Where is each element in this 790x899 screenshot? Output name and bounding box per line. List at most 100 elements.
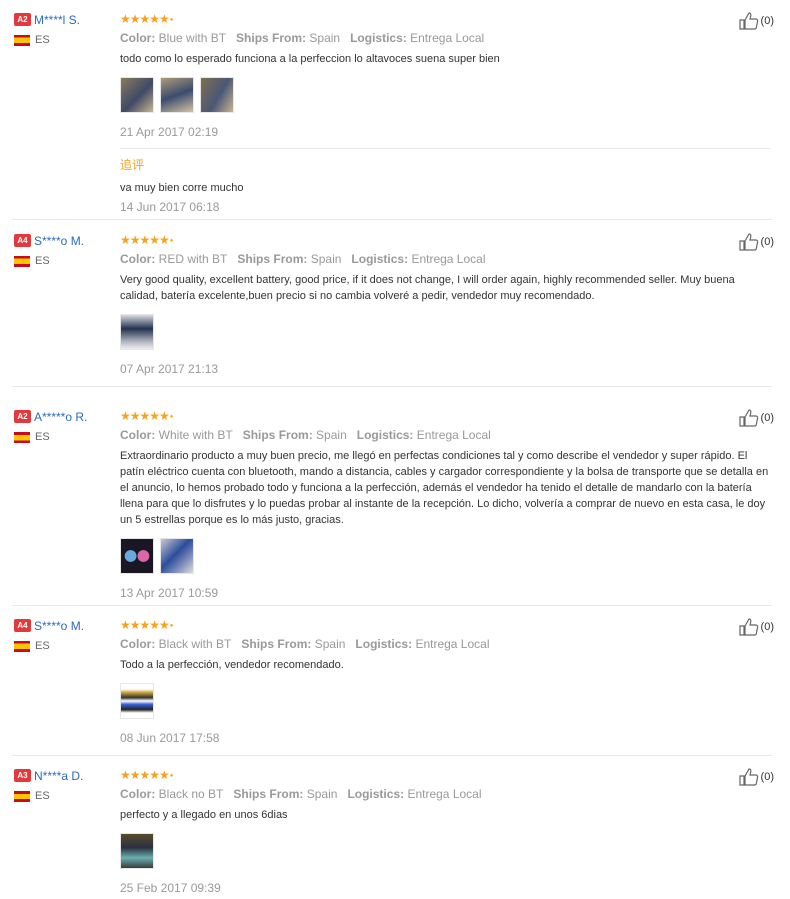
review-divider: [12, 755, 772, 756]
review-text: Extraordinario producto a muy buen preci…: [120, 450, 769, 526]
review-photo-thumbnail[interactable]: [160, 538, 194, 574]
logistics-value: Entrega Local: [410, 31, 485, 45]
ships-from-label: Ships From:: [242, 428, 313, 442]
helpful-button[interactable]: (0): [738, 768, 774, 786]
spain-flag-icon: [14, 790, 30, 802]
reviewer: A2 M****l S.: [14, 12, 80, 27]
review-text: todo como lo esperado funciona a la perf…: [120, 53, 500, 65]
reviewer: A3 N****a D.: [14, 768, 83, 783]
ships-from-label: Ships From:: [241, 637, 312, 651]
reviewer-name[interactable]: A*****o R.: [34, 410, 87, 424]
helpful-count: (0): [760, 621, 774, 633]
thumbs-up-icon: [738, 618, 758, 636]
thumbs-up-icon: [738, 768, 758, 786]
logistics-label: Logistics:: [355, 637, 413, 651]
ships-from-label: Ships From:: [237, 252, 308, 266]
logistics-value: Entrega Local: [407, 787, 482, 801]
review-photo-thumbnail[interactable]: [120, 538, 154, 574]
review-item: A4 S****o M. ES ★★★★★● Color: RED with BT…: [0, 233, 790, 383]
reviewer-name[interactable]: N****a D.: [34, 769, 83, 783]
review-date: 25 Feb 2017 09:39: [120, 881, 221, 895]
reviewer-name[interactable]: S****o M.: [34, 234, 84, 248]
helpful-button[interactable]: (0): [738, 233, 774, 251]
helpful-button[interactable]: (0): [738, 409, 774, 427]
buyer-level-badge: A4: [14, 234, 31, 248]
review-date: 07 Apr 2017 21:13: [120, 362, 219, 376]
review-item: A2 M****l S. ES ★★★★★● Color: Blue with B…: [0, 12, 790, 220]
star-rating: ★★★★★●: [120, 768, 174, 782]
review-item: A2 A*****o R. ES ★★★★★● Color: White with…: [0, 409, 790, 600]
country-code: ES: [35, 255, 50, 267]
reviewer-name[interactable]: M****l S.: [34, 13, 80, 27]
helpful-button[interactable]: (0): [738, 12, 774, 30]
helpful-count: (0): [760, 15, 774, 27]
country-code: ES: [35, 790, 50, 802]
review-date: 08 Jun 2017 17:58: [120, 731, 220, 745]
country-code: ES: [35, 431, 50, 443]
review-divider: [12, 605, 772, 606]
review-photos: [120, 538, 770, 574]
review-photos: [120, 833, 770, 869]
review-photo-thumbnail[interactable]: [120, 77, 154, 113]
reviewer-country: ES: [14, 431, 50, 443]
review-photo-thumbnail[interactable]: [120, 683, 154, 719]
review-photo-thumbnail[interactable]: [120, 833, 154, 869]
review-meta: Color: Black no BT Ships From: Spain Logis…: [120, 786, 770, 802]
color-value: White with BT: [158, 428, 233, 442]
thumbs-up-icon: [738, 233, 758, 251]
review-meta: Color: RED with BT Ships From: Spain Logis…: [120, 251, 770, 267]
color-value: RED with BT: [158, 252, 228, 266]
logistics-label: Logistics:: [356, 428, 414, 442]
reviewer: A2 A*****o R.: [14, 409, 87, 424]
review-content: ★★★★★● Color: White with BT Ships From: S…: [120, 409, 770, 600]
helpful-count: (0): [760, 771, 774, 783]
review-text: Very good quality, excellent battery, go…: [120, 274, 735, 302]
buyer-level-badge: A3: [14, 769, 31, 783]
thumbs-up-icon: [738, 409, 758, 427]
review-photos: [120, 77, 770, 113]
reviewer-country: ES: [14, 790, 50, 802]
ships-from-value: Spain: [306, 787, 338, 801]
logistics-value: Entrega Local: [416, 428, 491, 442]
logistics-label: Logistics:: [350, 31, 407, 45]
followup-date: 14 Jun 2017 06:18: [120, 200, 220, 214]
review-photo-thumbnail[interactable]: [200, 77, 234, 113]
spain-flag-icon: [14, 640, 30, 652]
spain-flag-icon: [14, 34, 30, 46]
reviewer-country: ES: [14, 255, 50, 267]
star-rating: ★★★★★●: [120, 618, 174, 632]
review-text: perfecto y a llegado en unos 6dias: [120, 809, 288, 821]
review-date: 21 Apr 2017 02:19: [120, 125, 219, 139]
color-label: Color:: [120, 252, 156, 266]
country-code: ES: [35, 640, 50, 652]
color-label: Color:: [120, 31, 156, 45]
review-photo-thumbnail[interactable]: [160, 77, 194, 113]
reviewer-name[interactable]: S****o M.: [34, 619, 84, 633]
color-value: Black with BT: [158, 637, 232, 651]
color-value: Black no BT: [158, 787, 224, 801]
ships-from-label: Ships From:: [233, 787, 304, 801]
ships-from-value: Spain: [316, 428, 347, 442]
reviewer-country: ES: [14, 34, 50, 46]
review-divider: [12, 386, 772, 387]
divider: [120, 148, 770, 149]
ships-from-value: Spain: [309, 31, 341, 45]
star-rating: ★★★★★●: [120, 233, 174, 247]
country-code: ES: [35, 34, 50, 46]
color-label: Color:: [120, 787, 156, 801]
star-rating: ★★★★★●: [120, 409, 174, 423]
buyer-level-badge: A2: [14, 13, 31, 27]
review-meta: Color: White with BT Ships From: Spain Log…: [120, 427, 770, 443]
logistics-label: Logistics:: [347, 787, 405, 801]
review-meta: Color: Black with BT Ships From: Spain Log…: [120, 636, 770, 652]
color-label: Color:: [120, 637, 156, 651]
review-content: ★★★★★● Color: RED with BT Ships From: Spa…: [120, 233, 770, 376]
review-content: ★★★★★● Color: Black with BT Ships From: S…: [120, 618, 770, 745]
ships-from-label: Ships From:: [236, 31, 307, 45]
helpful-button[interactable]: (0): [738, 618, 774, 636]
buyer-level-badge: A2: [14, 410, 31, 424]
review-photo-thumbnail[interactable]: [120, 314, 154, 350]
reviewer: A4 S****o M.: [14, 233, 84, 248]
spain-flag-icon: [14, 255, 30, 267]
review-photos: [120, 683, 770, 719]
